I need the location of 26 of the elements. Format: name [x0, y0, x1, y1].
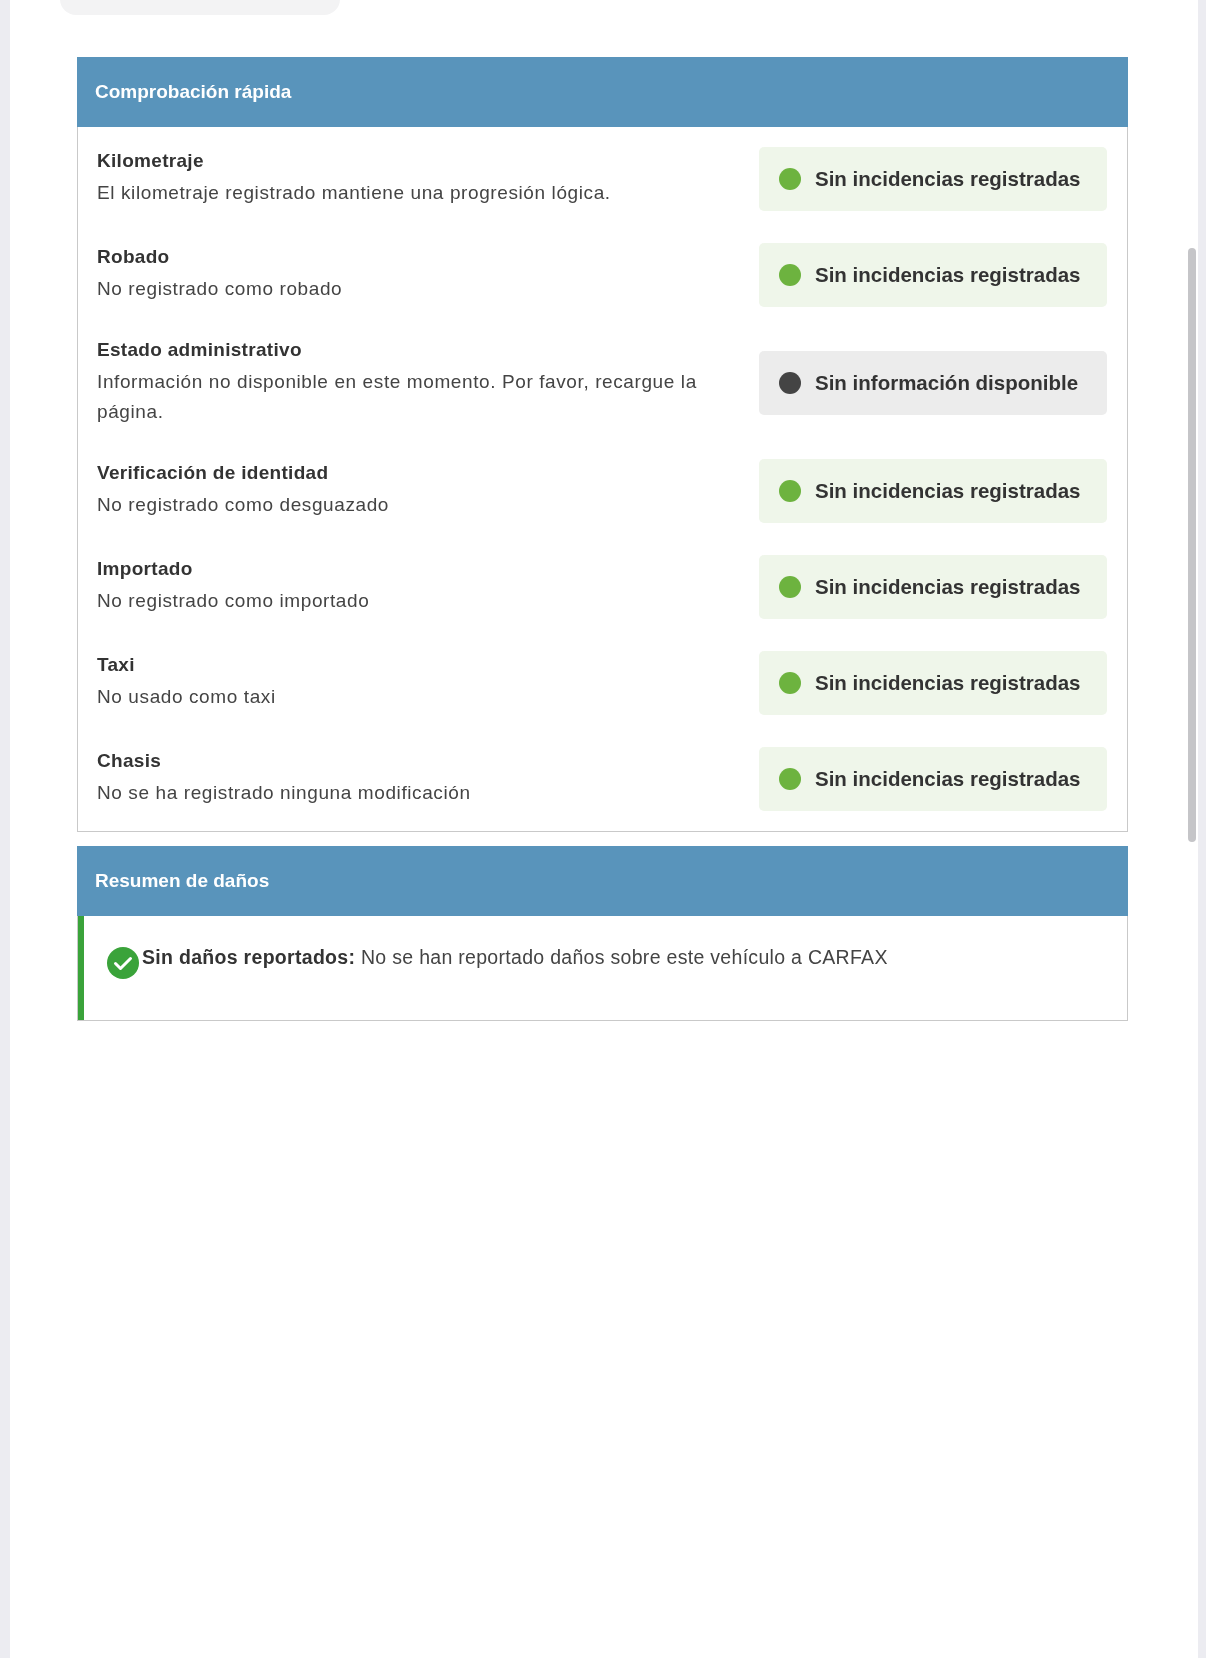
check-title: Kilometraje	[97, 150, 205, 172]
status-badge: Sin incidencias registradas	[759, 459, 1107, 523]
check-description: No usado como taxi	[97, 685, 277, 709]
check-title: Chasis	[97, 750, 163, 772]
check-description: No registrado como robado	[97, 277, 344, 301]
status-badge: Sin información disponible	[759, 351, 1107, 415]
scrollbar[interactable]	[1188, 248, 1196, 842]
panel-header: Comprobación rápida	[77, 57, 1128, 127]
check-title: Importado	[97, 558, 194, 580]
panel-header: Resumen de daños	[77, 846, 1128, 916]
check-icon	[106, 946, 140, 980]
status-badge: Sin incidencias registradas	[759, 147, 1107, 211]
check-description: El kilometraje registrado mantiene una progresión lógica.	[97, 181, 612, 205]
check-title: Taxi	[97, 654, 136, 676]
check-description: Información no disponible en este momento. Por favor, recargue la página.	[97, 370, 698, 424]
check-title: Robado	[97, 246, 171, 268]
status-badge: Sin incidencias registradas	[759, 555, 1107, 619]
status-badge: Sin incidencias registradas	[759, 651, 1107, 715]
status-badge: Sin incidencias registradas	[759, 747, 1107, 811]
check-title: Verificación de identidad	[97, 462, 330, 484]
check-title: Estado administrativo	[97, 339, 303, 361]
check-description: No registrado como desguazado	[97, 493, 390, 517]
check-description: No se ha registrado ninguna modificación	[97, 781, 472, 805]
check-description: No registrado como importado	[97, 589, 371, 613]
status-badge: Sin incidencias registradas	[759, 243, 1107, 307]
damage-message: Sin daños reportados: No se han reportado daños sobre este vehículo a CARFAX	[142, 945, 888, 970]
